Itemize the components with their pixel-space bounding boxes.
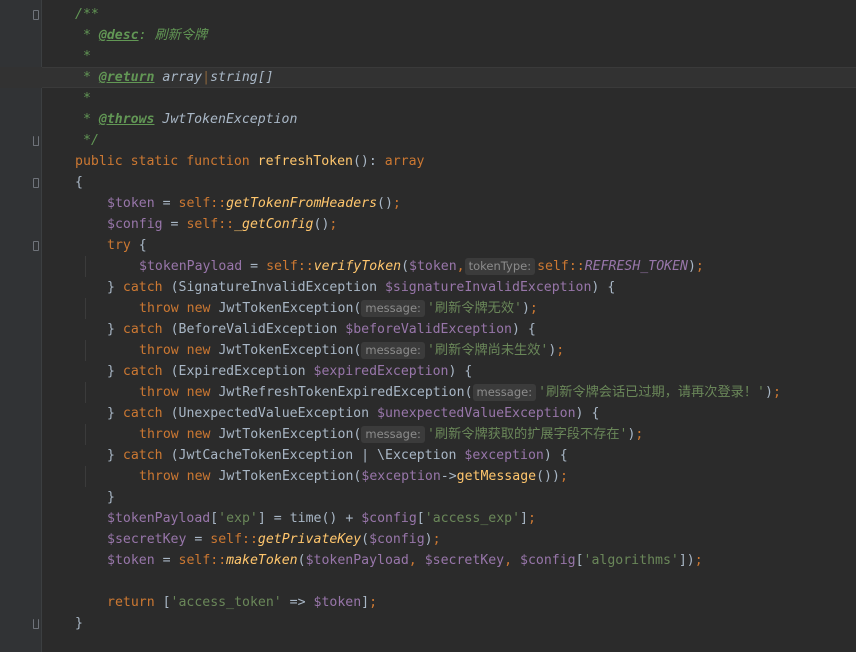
- code-line[interactable]: *: [0, 46, 856, 67]
- code-line[interactable]: * @throws JwtTokenException: [0, 109, 856, 130]
- code-line[interactable]: throw new JwtRefreshTokenExpiredExceptio…: [0, 382, 856, 403]
- code-line[interactable]: } catch (ExpiredException $expiredExcept…: [0, 361, 856, 382]
- code-line[interactable]: * @desc: 刷新令牌: [0, 25, 856, 46]
- code-line[interactable]: return ['access_token' => $token];: [0, 592, 856, 613]
- code-line[interactable]: {: [0, 172, 856, 193]
- code-text: $tokenPayload = self::verifyToken($token…: [139, 258, 704, 275]
- code-text: */: [83, 133, 99, 148]
- code-text: } catch (JwtCacheTokenException | \Excep…: [107, 448, 568, 463]
- code-text: * @throws JwtTokenException: [83, 112, 298, 127]
- code-text: throw new JwtRefreshTokenExpiredExceptio…: [139, 384, 781, 401]
- indent-guide: [85, 256, 86, 277]
- code-line[interactable]: throw new JwtTokenException(message: '刷新令…: [0, 298, 856, 319]
- code-line[interactable]: } catch (JwtCacheTokenException | \Excep…: [0, 445, 856, 466]
- indent-guide: [85, 382, 86, 403]
- code-line[interactable]: * @return array|string[]: [0, 67, 856, 88]
- code-text: * @return array|string[]: [83, 70, 274, 85]
- code-text: return ['access_token' => $token];: [107, 595, 378, 610]
- code-text: } catch (BeforeValidException $beforeVal…: [107, 322, 536, 337]
- code-text: throw new JwtTokenException($exception->…: [139, 469, 568, 484]
- indent-guide: [85, 298, 86, 319]
- code-line[interactable]: $tokenPayload['exp'] = time() + $config[…: [0, 508, 856, 529]
- code-line[interactable]: try {: [0, 235, 856, 256]
- code-line[interactable]: $config = self::_getConfig();: [0, 214, 856, 235]
- code-area[interactable]: /** * @desc: 刷新令牌 * * @return array|string[…: [0, 0, 856, 652]
- code-text: $tokenPayload['exp'] = time() + $config[…: [107, 511, 536, 526]
- code-line[interactable]: /**: [0, 4, 856, 25]
- code-line[interactable]: */: [0, 130, 856, 151]
- code-text: throw new JwtTokenException(message: '刷新令…: [139, 342, 565, 359]
- code-line[interactable]: }: [0, 487, 856, 508]
- code-text: *: [83, 91, 91, 106]
- code-line[interactable]: $tokenPayload = self::verifyToken($token…: [0, 256, 856, 277]
- code-text: $token = self::getTokenFromHeaders();: [107, 196, 401, 211]
- indent-guide: [85, 424, 86, 445]
- code-text: try {: [107, 238, 147, 253]
- indent-guide: [85, 340, 86, 361]
- indent-guide: [85, 466, 86, 487]
- code-line[interactable]: $token = self::getTokenFromHeaders();: [0, 193, 856, 214]
- code-line[interactable]: $secretKey = self::getPrivateKey($config…: [0, 529, 856, 550]
- code-text: /**: [75, 7, 99, 22]
- code-line[interactable]: throw new JwtTokenException(message: '刷新令…: [0, 424, 856, 445]
- code-line[interactable]: public static function refreshToken(): a…: [0, 151, 856, 172]
- code-text: $config = self::_getConfig();: [107, 217, 338, 232]
- code-text: $secretKey = self::getPrivateKey($config…: [107, 532, 441, 547]
- code-line[interactable]: } catch (SignatureInvalidException $sign…: [0, 277, 856, 298]
- code-line[interactable]: throw new JwtTokenException(message: '刷新令…: [0, 340, 856, 361]
- code-text: }: [107, 490, 115, 505]
- code-line[interactable]: [0, 571, 856, 592]
- code-line[interactable]: } catch (UnexpectedValueException $unexp…: [0, 403, 856, 424]
- code-text: } catch (SignatureInvalidException $sign…: [107, 280, 616, 295]
- code-text: throw new JwtTokenException(message: '刷新令…: [139, 300, 538, 317]
- code-text: {: [75, 175, 83, 190]
- code-line[interactable]: *: [0, 88, 856, 109]
- code-text: } catch (UnexpectedValueException $unexp…: [107, 406, 600, 421]
- code-text: *: [83, 49, 91, 64]
- code-line[interactable]: }: [0, 613, 856, 634]
- code-line[interactable]: $token = self::makeToken($tokenPayload, …: [0, 550, 856, 571]
- code-text: $token = self::makeToken($tokenPayload, …: [107, 553, 703, 568]
- code-editor[interactable]: /** * @desc: 刷新令牌 * * @return array|string[…: [0, 0, 856, 652]
- code-text: } catch (ExpiredException $expiredExcept…: [107, 364, 473, 379]
- code-line[interactable]: throw new JwtTokenException($exception->…: [0, 466, 856, 487]
- code-text: public static function refreshToken(): a…: [75, 154, 425, 169]
- code-text: * @desc: 刷新令牌: [83, 28, 208, 43]
- code-line[interactable]: } catch (BeforeValidException $beforeVal…: [0, 319, 856, 340]
- code-text: }: [75, 616, 83, 631]
- code-text: throw new JwtTokenException(message: '刷新令…: [139, 426, 644, 443]
